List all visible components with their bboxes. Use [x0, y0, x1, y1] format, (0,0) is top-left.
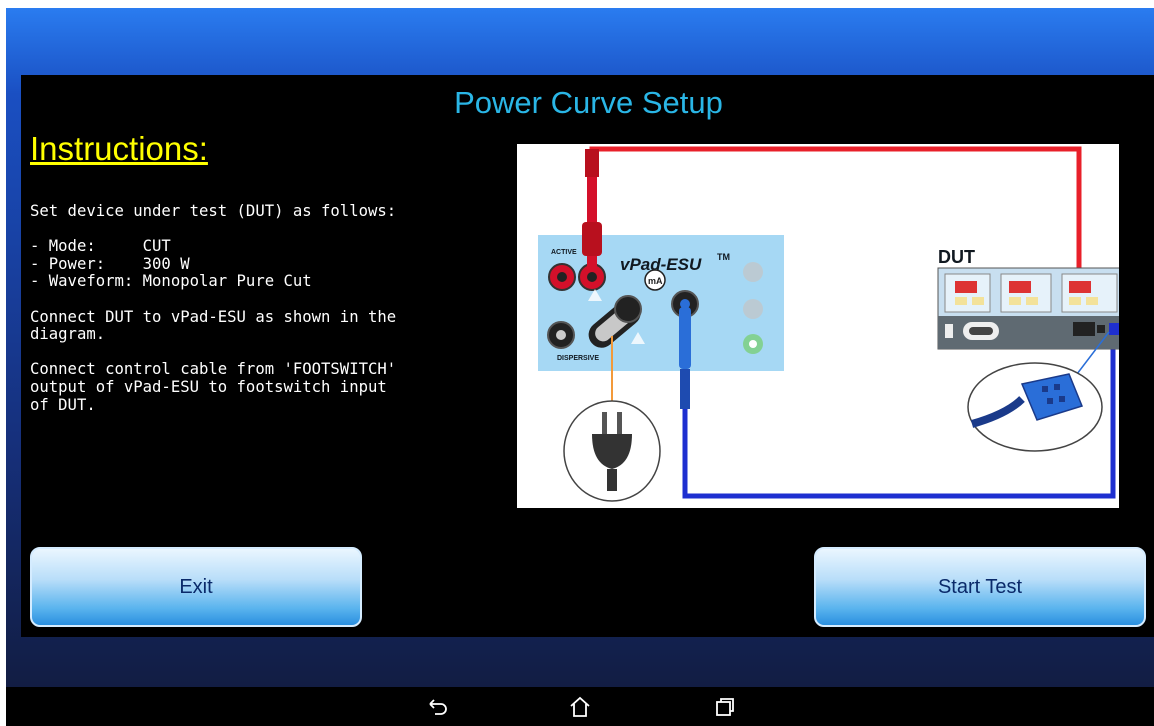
active-label: ACTIVE	[551, 249, 577, 256]
app-screen: Power Curve Setup Instructions: Set devi…	[6, 8, 1154, 726]
ma-label: mA	[648, 276, 663, 286]
start-test-button[interactable]: Start Test	[814, 547, 1146, 627]
exit-button[interactable]: Exit	[30, 547, 362, 627]
dut-label: DUT	[938, 247, 975, 267]
recent-apps-icon[interactable]	[713, 695, 737, 719]
home-icon[interactable]	[568, 695, 592, 719]
instructions-heading: Instructions:	[30, 130, 208, 167]
instructions-text: Set device under test (DUT) as follows: …	[30, 202, 397, 414]
trademark-label: TM	[717, 252, 730, 262]
setup-panel: Power Curve Setup Instructions: Set devi…	[21, 75, 1154, 637]
connection-diagram: vPad-ESU TM ACTIVE DISPERSIVE mA DUT	[517, 144, 1134, 508]
android-nav-bar	[6, 687, 1154, 726]
diagram-svg: vPad-ESU TM ACTIVE DISPERSIVE mA DUT	[538, 146, 1134, 502]
blue-probe-plug	[679, 307, 691, 369]
back-icon[interactable]	[426, 695, 450, 719]
page-title: Power Curve Setup	[454, 85, 723, 120]
dispersive-label: DISPERSIVE	[557, 355, 599, 362]
red-probe-plug	[585, 149, 599, 177]
